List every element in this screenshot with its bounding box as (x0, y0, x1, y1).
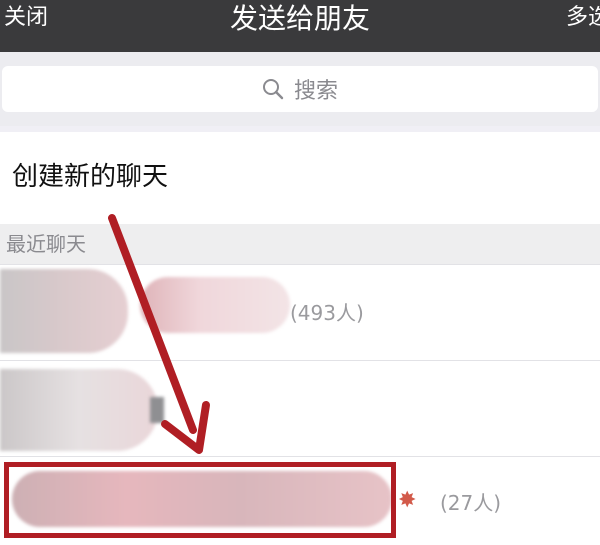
sparkle-emoji-icon: ✸ (398, 488, 417, 513)
search-bar-container: 搜索 (0, 52, 600, 126)
search-input[interactable]: 搜索 (2, 66, 598, 112)
member-count: (27人) (440, 491, 502, 515)
recent-chats-header: 最近聊天 (0, 224, 600, 264)
navigation-bar: 关闭 发送给朋友 多选 (0, 0, 600, 52)
blurred-name (150, 397, 164, 423)
member-count: (493人) (290, 301, 364, 325)
blurred-name (140, 277, 290, 333)
create-new-chat-label: 创建新的聊天 (12, 162, 169, 192)
multi-select-button[interactable]: 多选 (566, 6, 600, 30)
create-new-chat-row[interactable]: 创建新的聊天 (0, 132, 600, 224)
recent-chats-label: 最近聊天 (6, 232, 86, 256)
search-icon (262, 79, 284, 100)
blurred-avatar (0, 269, 128, 353)
recent-chat-item[interactable]: (493人) (0, 264, 600, 361)
blurred-avatar (0, 369, 158, 451)
search-placeholder: 搜索 (293, 79, 338, 104)
page-title: 发送给朋友 (229, 2, 370, 35)
annotation-highlight-box (4, 462, 396, 538)
recent-chat-item[interactable] (0, 360, 600, 457)
